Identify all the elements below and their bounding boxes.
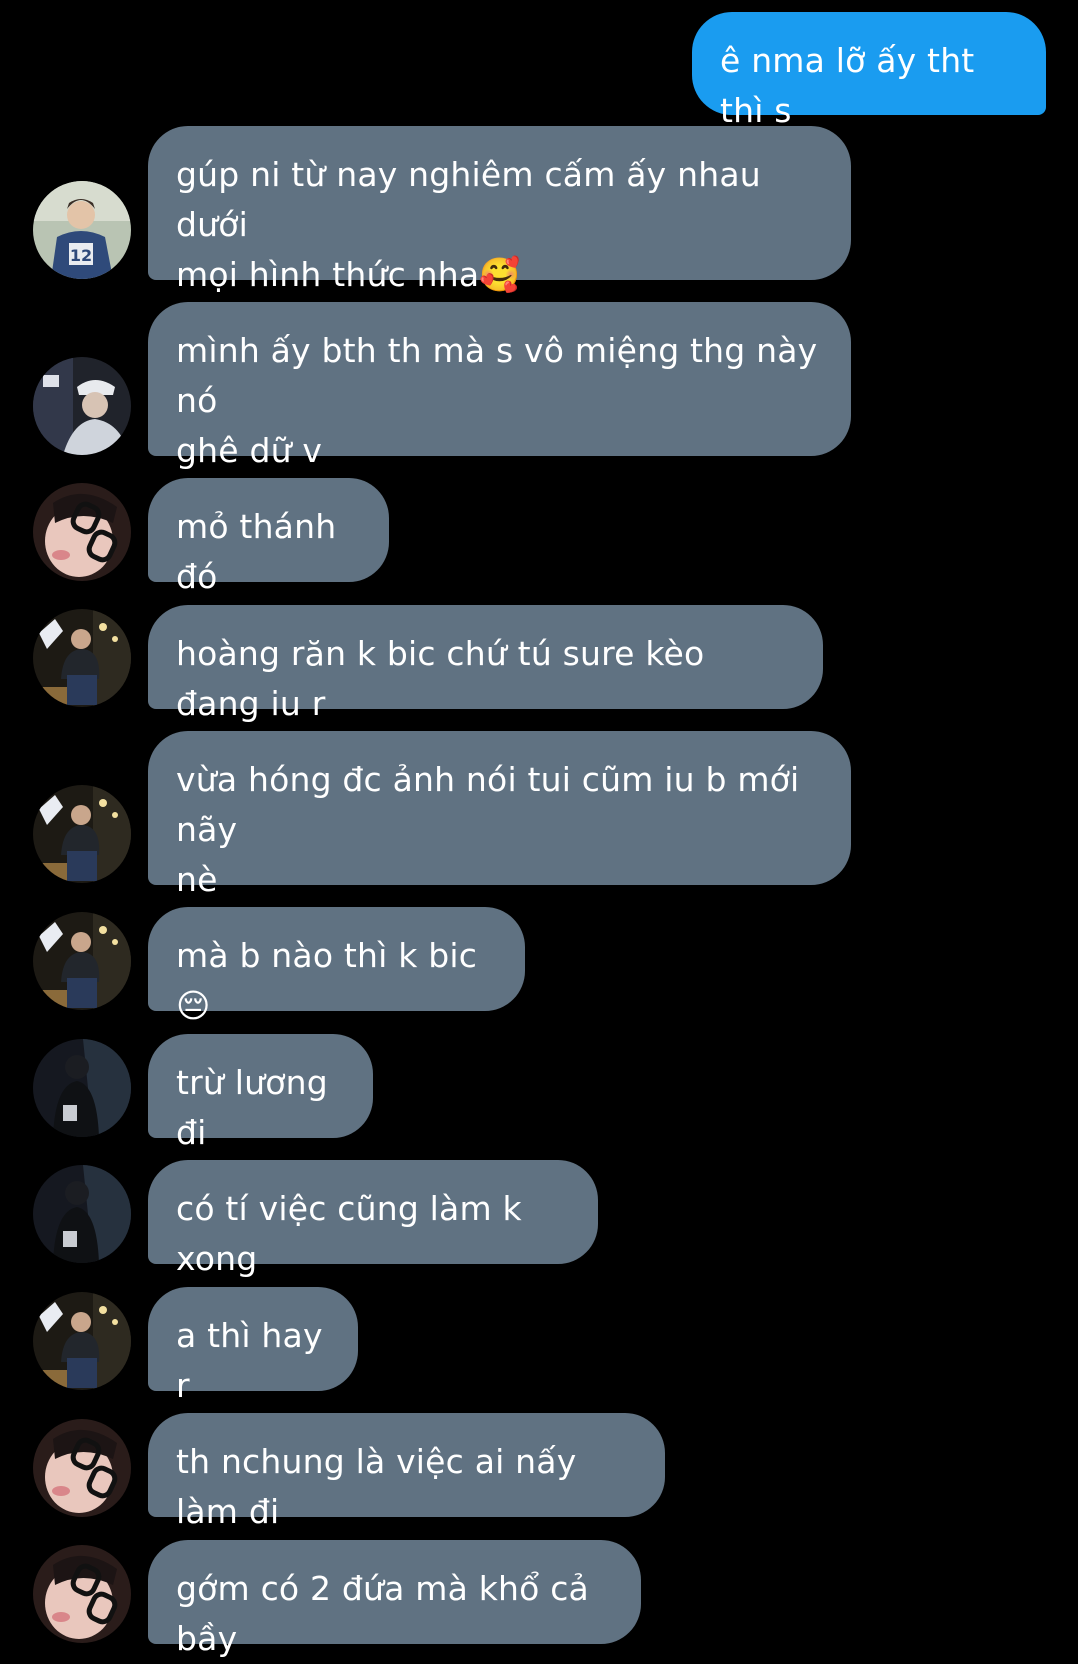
- avatar-glasses[interactable]: [33, 1545, 131, 1643]
- avatar-cap[interactable]: [33, 357, 131, 455]
- avatar-street[interactable]: [33, 609, 131, 707]
- svg-text:12: 12: [70, 246, 92, 265]
- message-bubble[interactable]: th nchung là việc ai nấy làm đi: [148, 1413, 665, 1531]
- message-bubble[interactable]: mình ấy bth th mà s vô miệng thg này nó …: [148, 302, 851, 470]
- message-bubble[interactable]: a thì hay r: [148, 1287, 358, 1405]
- message-bubble[interactable]: gúp ni từ nay nghiêm cấm ấy nhau dưới mọ…: [148, 126, 851, 294]
- message-bubble[interactable]: hoàng răn k bic chứ tú sure kèo đang iu …: [148, 605, 823, 723]
- avatar-jersey[interactable]: 12: [33, 181, 131, 279]
- message-bubble[interactable]: mỏ thánh đó: [148, 478, 389, 596]
- message-bubble[interactable]: mà b nào thì k bic😔: [148, 907, 525, 1025]
- message-bubble[interactable]: vừa hóng đc ảnh nói tui cũm iu b mới nãy…: [148, 731, 851, 899]
- avatar-glasses[interactable]: [33, 483, 131, 581]
- avatar-street[interactable]: [33, 912, 131, 1010]
- avatar-street[interactable]: [33, 785, 131, 883]
- avatar-street[interactable]: [33, 1292, 131, 1390]
- avatar-dark[interactable]: [33, 1165, 131, 1263]
- message-bubble[interactable]: trừ lương đi: [148, 1034, 373, 1152]
- message-bubble-outgoing[interactable]: ê nma lỡ ấy tht thì s: [692, 12, 1046, 130]
- avatar-dark[interactable]: [33, 1039, 131, 1137]
- avatar-glasses[interactable]: [33, 1419, 131, 1517]
- message-bubble[interactable]: có tí việc cũng làm k xong: [148, 1160, 598, 1278]
- message-bubble[interactable]: gớm có 2 đứa mà khổ cả bầy: [148, 1540, 641, 1658]
